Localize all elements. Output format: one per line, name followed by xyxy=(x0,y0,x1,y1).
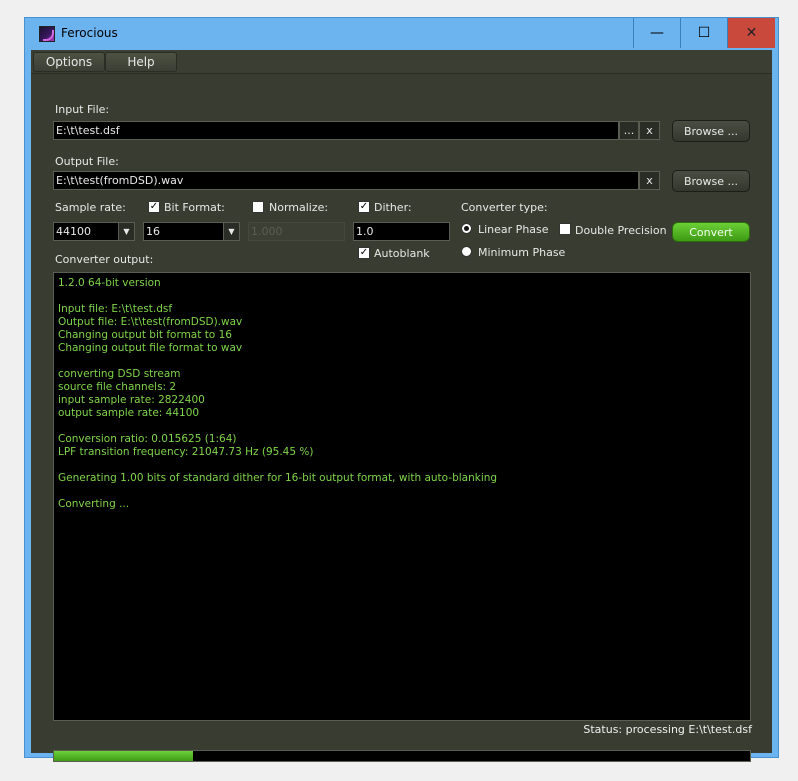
linear-phase-label: Linear Phase xyxy=(478,223,549,236)
input-file-clear-button[interactable]: x xyxy=(639,121,660,140)
input-file-dialog-button[interactable]: ... xyxy=(619,121,639,140)
input-browse-button[interactable]: Browse ... xyxy=(672,120,750,142)
console-line: source file channels: 2 xyxy=(58,381,177,393)
console-line: Conversion ratio: 0.015625 (1:64) xyxy=(58,433,237,445)
normalize-label: Normalize: xyxy=(269,201,329,214)
sample-rate-value: 44100 xyxy=(56,225,91,238)
bit-format-combo[interactable]: 16 ▼ xyxy=(143,222,240,241)
minimum-phase-radio[interactable] xyxy=(461,246,472,257)
converter-type-label: Converter type: xyxy=(461,201,548,214)
close-button[interactable]: ✕ xyxy=(727,18,775,48)
autoblank-checkbox[interactable]: ✓ xyxy=(358,247,370,259)
console-line: Changing output file format to wav xyxy=(58,342,243,354)
convert-button[interactable]: Convert xyxy=(672,222,750,242)
minimum-phase-label: Minimum Phase xyxy=(478,246,566,259)
app-window: Ferocious — ☐ ✕ Options Help Input File:… xyxy=(24,17,779,762)
converter-output-label: Converter output: xyxy=(55,253,154,266)
double-precision-label: Double Precision xyxy=(575,224,667,237)
normalize-checkbox[interactable] xyxy=(252,201,264,213)
menu-bar: Options Help xyxy=(31,50,772,74)
console-line: Generating 1.00 bits of standard dither … xyxy=(58,472,498,484)
output-browse-button[interactable]: Browse ... xyxy=(672,170,750,192)
title-bar[interactable]: Ferocious — ☐ ✕ xyxy=(25,18,778,49)
autoblank-label: Autoblank xyxy=(374,247,430,260)
minimize-button[interactable]: — xyxy=(633,18,680,48)
progress-bar xyxy=(53,750,751,762)
console-line: LPF transition frequency: 21047.73 Hz (9… xyxy=(58,446,314,458)
input-file-label: Input File: xyxy=(55,103,110,116)
dither-amount-input[interactable]: 1.0 xyxy=(353,222,450,241)
double-precision-checkbox[interactable] xyxy=(559,223,571,235)
sample-rate-combo[interactable]: 44100 ▼ xyxy=(53,222,135,241)
maximize-button[interactable]: ☐ xyxy=(680,18,727,48)
window-title: Ferocious xyxy=(61,26,118,40)
bit-format-label: Bit Format: xyxy=(164,201,225,214)
main-panel: Options Help Input File: E:\t\test.dsf .… xyxy=(31,50,772,762)
console-line: output sample rate: 44100 xyxy=(58,407,200,419)
checkmark-icon: ✓ xyxy=(149,201,159,212)
bit-format-checkbox[interactable]: ✓ xyxy=(148,201,160,213)
input-file-field[interactable]: E:\t\test.dsf xyxy=(53,121,619,140)
dither-checkbox[interactable]: ✓ xyxy=(358,201,370,213)
console-line: input sample rate: 2822400 xyxy=(58,394,205,406)
console-line: Converting ... xyxy=(58,498,130,510)
checkmark-icon: ✓ xyxy=(359,201,369,212)
chevron-down-icon[interactable]: ▼ xyxy=(118,223,134,240)
menu-options[interactable]: Options xyxy=(33,52,105,72)
progress-fill xyxy=(54,751,194,761)
converter-output-console[interactable]: 1.2.0 64-bit version Input file: E:\t\tes… xyxy=(53,272,751,721)
checkmark-icon: ✓ xyxy=(359,247,369,258)
sample-rate-label: Sample rate: xyxy=(55,201,126,214)
console-line: converting DSD stream xyxy=(58,368,181,380)
normalize-input[interactable]: 1.000 xyxy=(248,222,345,241)
status-text: Status: processing E:\t\test.dsf xyxy=(583,723,752,736)
console-line: 1.2.0 64-bit version xyxy=(58,277,161,289)
console-line: Output file: E:\t\test(fromDSD).wav xyxy=(58,316,243,328)
dither-label: Dither: xyxy=(374,201,412,214)
menu-help[interactable]: Help xyxy=(105,52,177,72)
app-icon xyxy=(39,26,55,42)
bit-format-value: 16 xyxy=(146,225,160,238)
output-file-field[interactable]: E:\t\test(fromDSD).wav xyxy=(53,171,639,190)
output-file-label: Output File: xyxy=(55,155,119,168)
console-line: Input file: E:\t\test.dsf xyxy=(58,303,173,315)
console-line: Changing output bit format to 16 xyxy=(58,329,232,341)
chevron-down-icon[interactable]: ▼ xyxy=(223,223,239,240)
output-file-clear-button[interactable]: x xyxy=(639,171,660,190)
linear-phase-radio[interactable] xyxy=(461,223,472,234)
